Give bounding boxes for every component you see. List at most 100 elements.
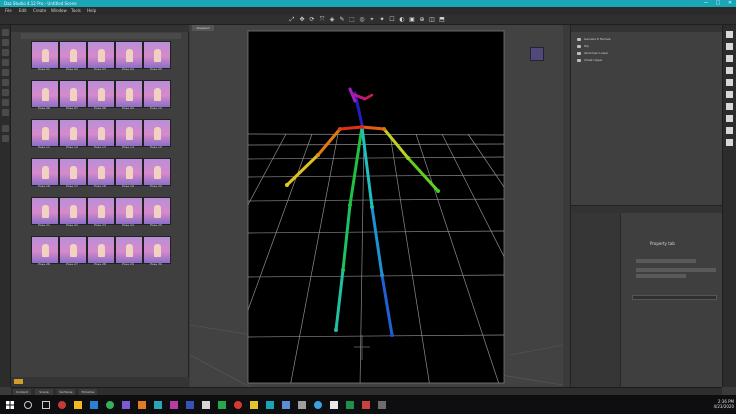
scale-tool-icon[interactable]: ⤧ — [318, 16, 326, 24]
menu-file[interactable]: File — [2, 7, 15, 15]
content-thumbnail[interactable]: Pose 30 — [143, 236, 171, 272]
maximize-button[interactable]: □ — [712, 0, 724, 7]
layout-icon[interactable]: ◫ — [428, 16, 436, 24]
app-icon[interactable] — [58, 401, 66, 409]
content-thumbnail[interactable]: Pose 10 — [143, 80, 171, 116]
add-icon[interactable]: ⊕ — [418, 16, 426, 24]
app-icon[interactable] — [250, 401, 258, 409]
strip-button[interactable] — [726, 79, 733, 86]
content-thumbnail[interactable]: Pose 26 — [31, 236, 59, 272]
app-icon[interactable] — [186, 401, 194, 409]
content-thumbnail[interactable]: Pose 17 — [59, 158, 87, 194]
app-icon[interactable] — [202, 401, 210, 409]
menu-edit[interactable]: Edit — [16, 7, 30, 15]
strip-button[interactable] — [726, 43, 733, 50]
content-thumbnail[interactable]: Pose 18 — [87, 158, 115, 194]
scene-node-row[interactable]: Hip — [577, 44, 637, 49]
content-thumbnail[interactable]: Pose 07 — [59, 80, 87, 116]
content-thumbnail[interactable]: Pose 29 — [115, 236, 143, 272]
eye-icon[interactable] — [577, 38, 581, 41]
content-thumbnail[interactable]: Pose 25 — [143, 197, 171, 233]
close-button[interactable]: ✕ — [724, 0, 736, 7]
app-icon[interactable] — [218, 401, 226, 409]
shading-icon[interactable]: ◐ — [398, 16, 406, 24]
folder-icon[interactable] — [74, 401, 82, 409]
strip-button[interactable] — [726, 31, 733, 38]
app-icon[interactable] — [298, 401, 306, 409]
content-thumbnail[interactable]: Pose 16 — [31, 158, 59, 194]
content-thumbnail[interactable]: Pose 24 — [115, 197, 143, 233]
viewport-canvas[interactable] — [190, 25, 563, 387]
app-icon[interactable] — [234, 401, 242, 409]
content-thumbnail[interactable]: Pose 28 — [87, 236, 115, 272]
frame-icon[interactable]: ☐ — [388, 16, 396, 24]
content-thumbnail[interactable]: Pose 04 — [115, 41, 143, 77]
strip-button[interactable] — [726, 55, 733, 62]
content-thumbnail[interactable]: Pose 20 — [143, 158, 171, 194]
property-row[interactable] — [636, 274, 686, 278]
strip-button[interactable] — [2, 125, 9, 132]
content-thumbnail[interactable]: Pose 12 — [59, 119, 87, 155]
app-icon[interactable] — [154, 401, 162, 409]
app-icon[interactable] — [330, 401, 338, 409]
app-icon[interactable] — [362, 401, 370, 409]
content-thumbnail[interactable]: Pose 19 — [115, 158, 143, 194]
scene-tab-bar[interactable] — [571, 25, 723, 32]
property-row[interactable] — [636, 268, 716, 272]
geometry-tool-icon[interactable]: ◎ — [358, 16, 366, 24]
spot-render-icon[interactable]: ✦ — [378, 16, 386, 24]
content-thumbnail[interactable]: Pose 09 — [115, 80, 143, 116]
render-icon[interactable]: ▣ — [408, 16, 416, 24]
translate-tool-icon[interactable]: ✥ — [298, 16, 306, 24]
node-select-tool-icon[interactable]: ◈ — [328, 16, 336, 24]
content-path-bar[interactable] — [21, 33, 181, 39]
app-icon[interactable] — [138, 401, 146, 409]
strip-button[interactable] — [2, 59, 9, 66]
minimize-button[interactable]: — — [700, 0, 712, 7]
system-clock[interactable]: 2:36 PM 4/23/2020 — [700, 399, 734, 409]
accent-chip[interactable] — [14, 379, 23, 384]
content-thumbnail[interactable]: Pose 13 — [87, 119, 115, 155]
menu-window[interactable]: Window — [48, 7, 70, 15]
search-icon[interactable] — [24, 401, 32, 409]
strip-button[interactable] — [2, 49, 9, 56]
strip-button[interactable] — [2, 135, 9, 142]
strip-button[interactable] — [2, 79, 9, 86]
daz-studio-icon[interactable] — [266, 401, 274, 409]
scene-node-row[interactable]: Chest Upper — [577, 58, 637, 63]
content-thumbnail[interactable]: Pose 15 — [143, 119, 171, 155]
strip-button[interactable] — [2, 29, 9, 36]
universal-tool-icon[interactable]: ⤢ — [288, 16, 296, 24]
app-icon[interactable] — [106, 401, 114, 409]
strip-button[interactable] — [2, 109, 9, 116]
strip-button[interactable] — [726, 103, 733, 110]
content-thumbnail[interactable]: Pose 22 — [59, 197, 87, 233]
properties-sidebar[interactable] — [571, 213, 621, 388]
scene-node-row[interactable]: Abdomen Lower — [577, 51, 637, 56]
app-icon[interactable] — [170, 401, 178, 409]
strip-button[interactable] — [726, 67, 733, 74]
menu-create[interactable]: Create — [30, 7, 49, 15]
app-icon[interactable] — [314, 401, 322, 409]
content-thumbnail[interactable]: Pose 01 — [31, 41, 59, 77]
content-thumbnail[interactable]: Pose 02 — [59, 41, 87, 77]
content-thumbnail[interactable]: Pose 08 — [87, 80, 115, 116]
strip-button[interactable] — [2, 89, 9, 96]
strip-button[interactable] — [726, 115, 733, 122]
target-tool-icon[interactable]: ⌖ — [368, 16, 376, 24]
content-thumbnail[interactable]: Pose 05 — [143, 41, 171, 77]
content-thumbnail[interactable]: Pose 06 — [31, 80, 59, 116]
content-thumbnail[interactable]: Pose 21 — [31, 197, 59, 233]
properties-tab-bar[interactable] — [571, 206, 723, 213]
menu-tools[interactable]: Tools — [68, 7, 84, 15]
property-field[interactable] — [632, 295, 717, 300]
content-thumbnail[interactable]: Pose 14 — [115, 119, 143, 155]
app-icon[interactable] — [282, 401, 290, 409]
strip-button[interactable] — [726, 127, 733, 134]
app-icon[interactable] — [378, 401, 386, 409]
navigation-cube[interactable] — [530, 47, 544, 61]
region-tool-icon[interactable]: ⬚ — [348, 16, 356, 24]
rotate-tool-icon[interactable]: ⟳ — [308, 16, 316, 24]
property-row[interactable] — [636, 259, 696, 263]
strip-button[interactable] — [2, 99, 9, 106]
